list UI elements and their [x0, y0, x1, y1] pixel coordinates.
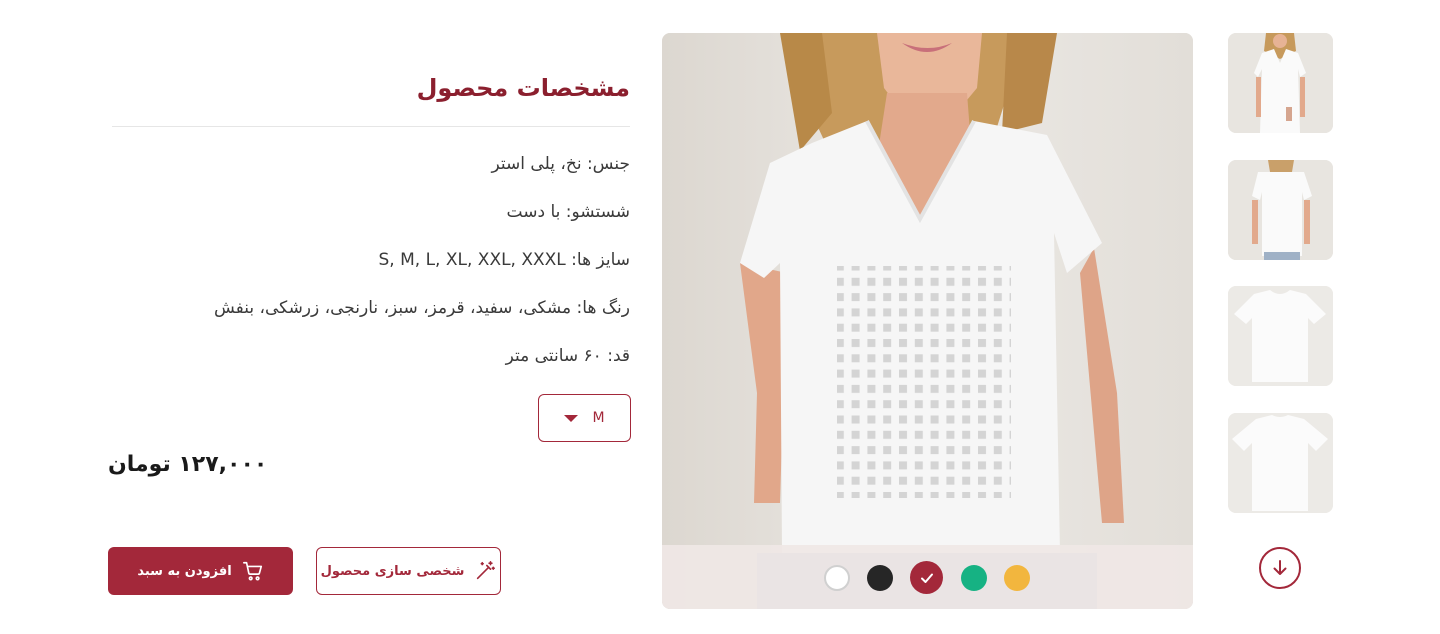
magic-wand-icon: [477, 561, 496, 580]
spec-sizes: سایز ها: S, M, L, XL, XXL, XXXL: [378, 250, 630, 270]
tshirt-model-photo: [662, 33, 1193, 609]
thumbnail-back[interactable]: [1228, 160, 1333, 260]
thumbnail-flat-back-image: [1228, 413, 1333, 513]
swatch-orange[interactable]: [1004, 565, 1030, 591]
chevron-down-icon: [564, 414, 579, 422]
size-select-value: M: [592, 410, 605, 426]
swatch-black[interactable]: [867, 565, 893, 591]
thumbnail-front-image: [1228, 33, 1333, 133]
spec-washing: شستشو: با دست: [506, 202, 630, 222]
swatch-white[interactable]: [824, 565, 850, 591]
customize-product-label: شخصی سازی محصول: [320, 563, 465, 579]
color-swatch-bar: [662, 545, 1193, 609]
spec-colors: رنگ ها: مشکی، سفید، قرمز، سبز، نارنجی، ز…: [213, 298, 630, 318]
swatch-green[interactable]: [961, 565, 987, 591]
main-product-image: [662, 33, 1193, 609]
thumbnail-flat-front-image: [1228, 286, 1333, 386]
spec-material: جنس: نخ، پلی استر: [491, 154, 630, 174]
swatch-crimson[interactable]: [910, 561, 943, 594]
divider: [112, 126, 630, 127]
add-to-cart-label: افزودن به سبد: [137, 563, 232, 579]
spec-length: قد: ۶۰ سانتی متر: [505, 346, 630, 366]
customize-product-button[interactable]: شخصی سازی محصول: [316, 547, 501, 595]
thumbnail-front[interactable]: [1228, 33, 1333, 133]
price: ۱۲۷,۰۰۰ تومان: [108, 452, 268, 477]
add-to-cart-button[interactable]: افزودن به سبد: [108, 547, 293, 595]
specs-title: مشخصات محصول: [416, 74, 630, 102]
thumbnails-scroll-down-button[interactable]: [1259, 547, 1301, 589]
cart-icon: [242, 561, 262, 581]
thumbnail-back-image: [1228, 160, 1333, 260]
thumbnail-flat-front[interactable]: [1228, 286, 1333, 386]
check-icon: [920, 573, 933, 583]
arrow-down-icon: [1273, 560, 1287, 575]
size-select[interactable]: M: [538, 394, 631, 442]
thumbnail-flat-back[interactable]: [1228, 413, 1333, 513]
